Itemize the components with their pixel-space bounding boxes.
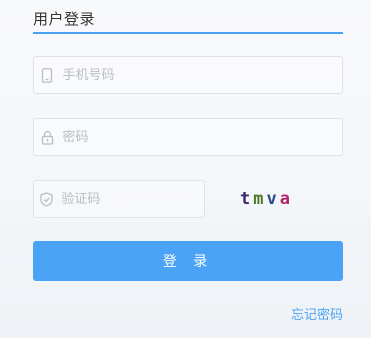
captcha-field[interactable] xyxy=(33,180,205,218)
login-tab-title[interactable]: 用户登录 xyxy=(33,8,95,29)
lock-icon xyxy=(40,129,55,145)
phone-icon xyxy=(40,67,55,83)
captcha-char: v xyxy=(266,189,280,209)
shield-icon xyxy=(40,191,53,207)
captcha-char: t xyxy=(240,189,254,209)
phone-input[interactable] xyxy=(62,67,342,83)
login-panel: 用户登录 t m v xyxy=(0,0,371,338)
captcha-char: a xyxy=(279,189,293,209)
active-tab-underline xyxy=(33,32,343,34)
captcha-image[interactable]: t m v a xyxy=(220,180,343,218)
password-input[interactable] xyxy=(62,129,342,145)
forgot-password-link[interactable]: 忘记密码 xyxy=(291,304,343,323)
captcha-char: m xyxy=(253,189,267,209)
phone-field[interactable] xyxy=(33,56,343,94)
captcha-input[interactable] xyxy=(61,191,204,207)
password-field[interactable] xyxy=(33,118,343,156)
login-button[interactable]: 登 录 xyxy=(33,241,343,281)
